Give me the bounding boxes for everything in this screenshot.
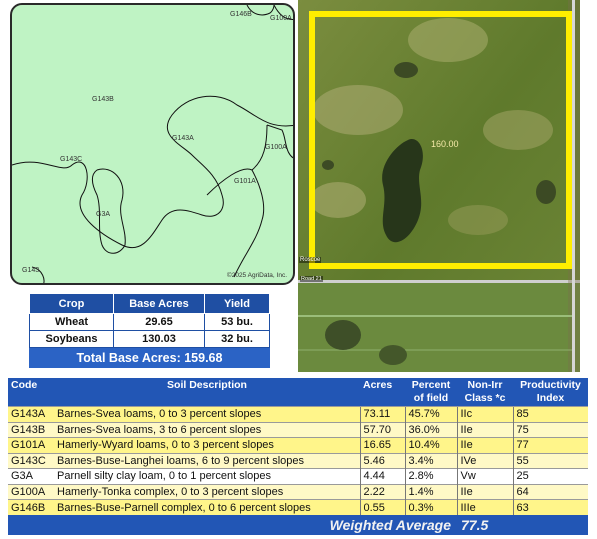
soil-productivity: 25 [512, 468, 588, 484]
soil-label-g100a-right: G100A [265, 144, 287, 151]
soil-code: G143B [8, 421, 54, 438]
base-acres-header: Base Acres [113, 293, 205, 314]
weighted-average-label: Weighted Average [8, 515, 457, 535]
soil-label-g3a: G3A [96, 211, 111, 218]
aerial-photo[interactable]: 160.00 Roscoe Road 21 [298, 0, 580, 372]
soil-percent: 1.4% [404, 483, 457, 500]
field-acres-label: 160.00 [431, 139, 459, 149]
soil-class: IIIe [456, 499, 513, 515]
crop-yield: 53 bu. [204, 313, 270, 331]
crop-yield: 32 bu. [204, 330, 270, 348]
soil-label-g143c: G143C [60, 156, 83, 163]
soil-code: G3A [8, 468, 54, 484]
crop-row: Wheat 29.65 53 bu. [29, 313, 270, 331]
soil-label-g143a: G143A [172, 135, 194, 142]
crop-base-acres: 29.65 [113, 313, 205, 331]
soil-class: IVe [456, 452, 513, 469]
soil-map[interactable]: G146B G100A G143B G143A G143C G100A G101… [10, 3, 295, 285]
soil-class: IIe [456, 421, 513, 438]
soil-row: G100A Hamerly-Tonka complex, 0 to 3 perce… [8, 483, 588, 500]
soil-table: Code Soil Description Acres Percent of f… [8, 378, 588, 535]
soil-acres: 16.65 [359, 437, 405, 453]
acres-header: Acres [360, 378, 405, 407]
soil-row: G143C Barnes-Buse-Langhei loams, 6 to 9 p… [8, 452, 588, 469]
soil-row: G3A Parnell silty clay loam, 0 to 1 perce… [8, 468, 588, 484]
class-header: Non-Irr Class *c [457, 378, 513, 407]
crop-row: Soybeans 130.03 32 bu. [29, 330, 270, 348]
total-base-acres: Total Base Acres: 159.68 [29, 347, 270, 368]
aerial-image [298, 0, 580, 372]
crop-base-acres: 130.03 [113, 330, 205, 348]
road-label-1: Roscoe [299, 257, 322, 263]
soil-description: Barnes-Buse-Langhei loams, 6 to 9 percen… [54, 452, 360, 469]
soil-productivity: 64 [512, 483, 588, 500]
soil-row: G143B Barnes-Svea loams, 3 to 6 percent s… [8, 421, 588, 438]
soil-code: G143C [8, 452, 54, 469]
soil-label-g143b: G143B [92, 96, 114, 103]
soil-acres: 4.44 [359, 468, 405, 484]
soil-acres: 5.46 [359, 452, 405, 469]
soil-acres: 57.70 [359, 421, 405, 438]
soil-productivity: 63 [512, 499, 588, 515]
crop-name: Wheat [29, 313, 114, 331]
yield-header: Yield [204, 293, 270, 314]
soil-label-g100a-top: G100A [270, 15, 292, 22]
soil-productivity: 75 [512, 421, 588, 438]
soil-description: Barnes-Svea loams, 0 to 3 percent slopes [54, 406, 360, 422]
crop-name: Soybeans [29, 330, 114, 348]
soil-label-g143-bottom: G143 [22, 267, 40, 274]
soil-description: Barnes-Svea loams, 3 to 6 percent slopes [54, 421, 360, 438]
soil-class: IIe [456, 437, 513, 453]
road-label-2: Road 21 [300, 276, 323, 282]
soil-row: G146B Barnes-Buse-Parnell complex, 0 to 6… [8, 499, 588, 515]
soil-label-g146b: G146B [230, 11, 252, 18]
percent-header: Percent of field [405, 378, 457, 407]
crop-header: Crop [29, 293, 114, 314]
soil-code: G100A [8, 483, 54, 500]
soil-description: Hamerly-Tonka complex, 0 to 3 percent sl… [54, 483, 360, 500]
soil-boundaries [12, 5, 293, 283]
soil-class: IIc [456, 406, 513, 422]
soil-productivity: 55 [512, 452, 588, 469]
soil-description-header: Soil Description [54, 378, 360, 407]
soil-percent: 36.0% [404, 421, 457, 438]
soil-label-g101a: G101A [234, 178, 256, 185]
crop-base-acres-table: Crop Base Acres Yield Wheat 29.65 53 bu.… [29, 293, 270, 368]
soil-class: IIe [456, 483, 513, 500]
soil-class: Vw [456, 468, 513, 484]
soil-productivity: 77 [512, 437, 588, 453]
soil-table-body: G143A Barnes-Svea loams, 0 to 3 percent s… [8, 406, 588, 515]
weighted-average-value: 77.5 [457, 515, 588, 535]
soil-description: Barnes-Buse-Parnell complex, 0 to 6 perc… [54, 499, 360, 515]
soil-percent: 3.4% [404, 452, 457, 469]
soil-acres: 73.11 [359, 406, 405, 422]
soil-code: G143A [8, 406, 54, 422]
soil-description: Hamerly-Wyard loams, 0 to 3 percent slop… [54, 437, 360, 453]
soil-productivity: 85 [512, 406, 588, 422]
soil-percent: 10.4% [404, 437, 457, 453]
soil-description: Parnell silty clay loam, 0 to 1 percent … [54, 468, 360, 484]
code-header: Code [8, 378, 54, 407]
soil-acres: 0.55 [359, 499, 405, 515]
soil-row: G143A Barnes-Svea loams, 0 to 3 percent s… [8, 406, 588, 422]
soil-acres: 2.22 [359, 483, 405, 500]
soil-code: G101A [8, 437, 54, 453]
productivity-header: Productivity Index [513, 378, 588, 407]
soil-percent: 45.7% [404, 406, 457, 422]
soil-percent: 0.3% [404, 499, 457, 515]
soil-row: G101A Hamerly-Wyard loams, 0 to 3 percent… [8, 437, 588, 453]
map-copyright: ©2025 AgriData, Inc. [226, 272, 287, 279]
soil-code: G146B [8, 499, 54, 515]
soil-percent: 2.8% [404, 468, 457, 484]
